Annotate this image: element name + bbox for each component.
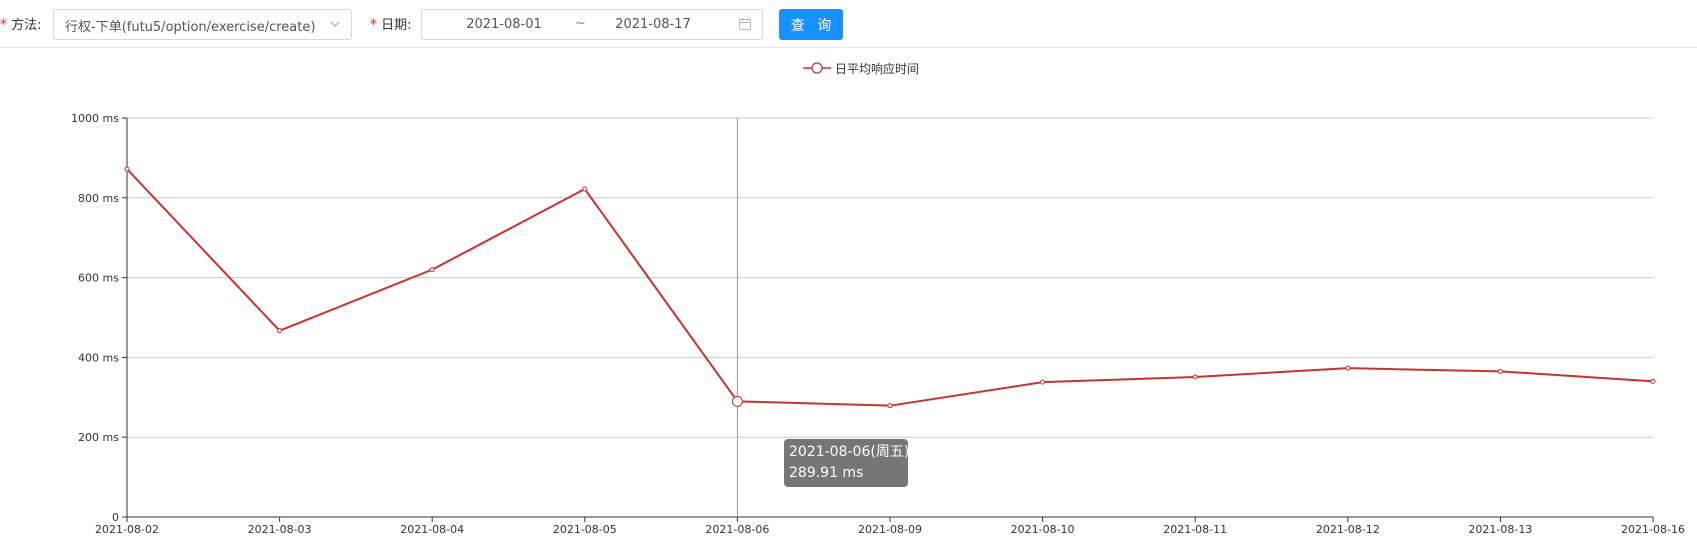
y-tick-label: 600 ms [78,272,119,285]
data-point [429,267,435,273]
x-tick-label: 2021-08-16 [1621,523,1685,536]
data-point [1497,368,1503,374]
x-tick-label: 2021-08-02 [95,523,159,536]
data-point [1650,378,1656,384]
x-tick-label: 2021-08-12 [1316,523,1380,536]
x-tick-label: 2021-08-05 [553,523,617,536]
x-tick-label: 2021-08-03 [248,523,312,536]
y-tick-label: 400 ms [78,351,119,364]
data-point [1040,379,1046,385]
chart-tooltip: 2021-08-06(周五) 289.91 ms [784,439,910,487]
tooltip-value: 289.91 ms [789,465,864,481]
data-point [731,395,743,407]
x-tick-label: 2021-08-13 [1468,523,1532,536]
y-tick-label: 800 ms [78,192,119,205]
data-point [1345,365,1351,371]
y-tick-label: 1000 ms [71,112,119,125]
x-tick-label: 2021-08-09 [858,523,922,536]
data-point [582,186,588,192]
data-point [887,403,893,409]
data-point [124,166,130,172]
y-tick-label: 200 ms [78,431,119,444]
tooltip-date: 2021-08-06(周五) [789,444,910,460]
x-tick-label: 2021-08-11 [1163,523,1227,536]
series-line [126,168,1654,407]
x-tick-label: 2021-08-04 [400,523,464,536]
x-tick-label: 2021-08-10 [1011,523,1075,536]
data-point [1192,374,1198,380]
x-tick-label: 2021-08-06 [705,523,769,536]
data-point [277,328,283,334]
